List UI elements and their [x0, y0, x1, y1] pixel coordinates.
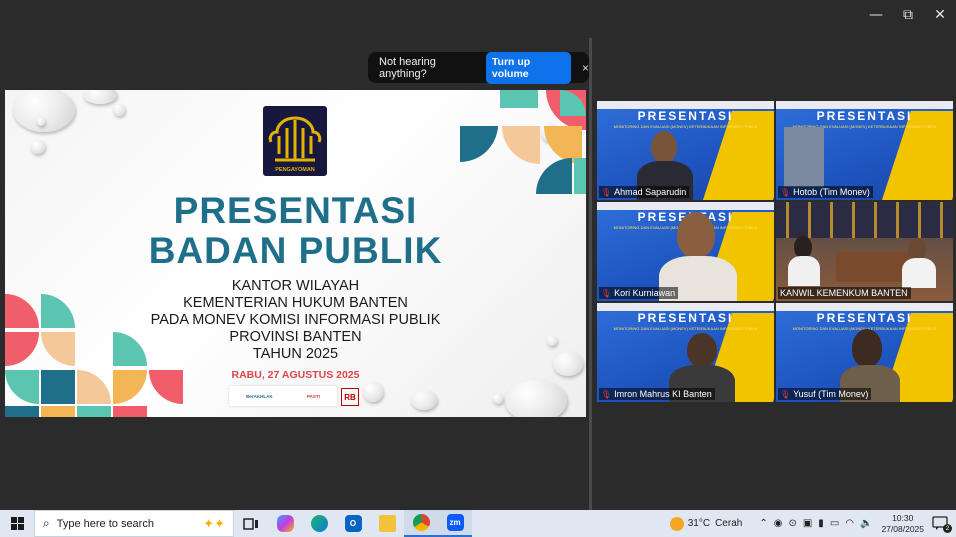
toast-close-icon[interactable]: × [582, 61, 589, 75]
berakhlak-logo: BerAKHLAK [246, 393, 273, 399]
clock[interactable]: 10:30 27/08/2025 [881, 513, 924, 535]
participant-name-label: 🎙 Imron Mahrus KI Banten [599, 388, 715, 400]
participant-tile-active-speaker[interactable]: KANWIL KEMENKUM BANTEN [776, 202, 953, 301]
volume-muted-icon[interactable]: 🔈 [860, 518, 872, 529]
meet-now-icon[interactable]: ⊙ [788, 518, 796, 529]
water-drop [37, 118, 45, 126]
minimize-button[interactable]: — [861, 4, 891, 26]
record-icon[interactable]: ◉ [774, 518, 783, 529]
slide-subtitle-line: PROVINSI BANTEN [229, 329, 362, 345]
slide-subtitle-line: KANTOR WILAYAH [231, 278, 360, 294]
search-icon: ⌕ [43, 516, 50, 530]
start-button[interactable] [0, 510, 34, 537]
task-view-icon[interactable] [234, 510, 268, 537]
shared-screen-slide: PENGAYOMAN PRESENTASI BADAN PUBLIK KANTO… [5, 90, 586, 417]
water-drop [505, 380, 567, 417]
turn-up-volume-button[interactable]: Turn up volume [485, 51, 571, 84]
flags-backdrop [776, 202, 953, 238]
split-view-divider[interactable] [589, 38, 592, 510]
chrome-icon[interactable] [404, 510, 438, 537]
tile-slide-title: PRESENTASI [637, 109, 734, 123]
geometric-decoration-top-right [460, 90, 586, 194]
participant-name-label: 🎙 Hotob (Tim Monev) [778, 186, 873, 198]
slide-date: RABU, 27 AGUSTUS 2025 [231, 369, 360, 381]
windows-taskbar: ⌕ Type here to search ✦✦ O zm 31°C Cerah… [0, 510, 956, 537]
water-drop [31, 140, 45, 154]
slide-subtitle-line: TAHUN 2025 [252, 346, 339, 362]
participant-name-label: 🎙 Yusuf (Tim Monev) [778, 388, 872, 400]
weather-icon[interactable] [669, 516, 684, 531]
slide-title-line-1: PRESENTASI [173, 190, 418, 231]
toast-message: Not hearing anything? [379, 55, 436, 80]
muted-mic-icon: 🎙 [601, 288, 612, 298]
participant-tile[interactable]: PRESENTASI MONITORING DAN EVALUASI (MONE… [776, 101, 953, 200]
restore-button[interactable]: ⧉ [893, 4, 923, 26]
participant-tile[interactable]: PRESENTASI MONITORING DAN EVALUASI (MONE… [597, 101, 774, 200]
camera-icon[interactable]: ▣ [803, 518, 812, 529]
microphone-icon[interactable]: ▮ [818, 518, 824, 529]
zoom-meeting-window: — ⧉ ✕ Not hearing anything? Turn up volu… [0, 0, 956, 537]
sponsor-logos-strip: BerAKHLAK PASTI [229, 386, 337, 406]
taskbar-search-box[interactable]: ⌕ Type here to search ✦✦ [34, 510, 234, 537]
chevron-up-icon[interactable]: ⌃ [759, 518, 767, 529]
tile-slide-title: PRESENTASI [816, 311, 913, 325]
edge-browser-icon[interactable] [302, 510, 336, 537]
water-drop [363, 382, 383, 402]
pengayoman-tree-icon [268, 116, 322, 162]
weather-temperature[interactable]: 31°C [688, 518, 710, 529]
muted-mic-icon: 🎙 [780, 187, 791, 197]
muted-mic-icon: 🎙 [780, 389, 791, 399]
participant-name-label: 🎙 Ahmad Saparudin [599, 186, 690, 198]
slide-title-line-2: BADAN PUBLIK [148, 230, 443, 271]
windows-logo-icon [10, 517, 24, 530]
tile-slide-subtitle: MONITORING DAN EVALUASI (MONEV) KETERBUK… [613, 326, 758, 331]
participant-tile[interactable]: PRESENTASI MONITORING DAN EVALUASI (MONE… [597, 202, 774, 301]
copilot-sparkle-icon: ✦✦ [203, 515, 225, 531]
participant-name-label: KANWIL KEMENKUM BANTEN [778, 287, 911, 299]
slide-subtitle-line: KEMENTERIAN HUKUM BANTEN [183, 295, 408, 311]
system-tray: 31°C Cerah ⌃ ◉ ⊙ ▣ ▮ ▭ ◠ 🔈 10:30 27/08/2… [669, 510, 956, 537]
participant-tile[interactable]: PRESENTASI MONITORING DAN EVALUASI (MONE… [597, 303, 774, 402]
copilot-icon[interactable] [268, 510, 302, 537]
rb-logo: RB [341, 388, 359, 406]
water-drop [113, 104, 125, 116]
muted-mic-icon: 🎙 [601, 187, 612, 197]
clock-time: 10:30 [892, 512, 914, 523]
water-drop [493, 394, 503, 404]
logo-label: PENGAYOMAN [275, 167, 315, 173]
close-button[interactable]: ✕ [925, 4, 955, 26]
audio-toast: Not hearing anything? Turn up volume × [368, 51, 589, 84]
video-background [784, 127, 824, 187]
weather-condition[interactable]: Cerah [715, 518, 742, 529]
water-drop [13, 90, 75, 132]
participant-tile[interactable]: PRESENTASI MONITORING DAN EVALUASI (MONE… [776, 303, 953, 402]
battery-icon[interactable]: ▭ [830, 518, 839, 529]
slide-subtitle-line: PADA MONEV KOMISI INFORMASI PUBLIK [150, 312, 441, 328]
tile-slide-title: PRESENTASI [816, 109, 913, 123]
notification-center-icon[interactable]: 2 [932, 515, 952, 533]
participant-name-label: 🎙 Kori Kurniawan [599, 287, 679, 299]
pengayoman-logo: PENGAYOMAN [263, 106, 327, 176]
clock-date: 27/08/2025 [881, 523, 924, 534]
notification-badge: 2 [943, 523, 952, 533]
file-explorer-icon[interactable] [370, 510, 404, 537]
water-drop [83, 90, 117, 104]
muted-mic-icon: 🎙 [601, 389, 612, 399]
tile-slide-subtitle: MONITORING DAN EVALUASI (MONEV) KETERBUK… [613, 124, 758, 129]
search-placeholder: Type here to search [56, 517, 154, 530]
zoom-icon[interactable]: zm [438, 510, 472, 537]
pasti-logo: PASTI [306, 393, 320, 399]
outlook-icon[interactable]: O [336, 510, 370, 537]
tile-slide-title: PRESENTASI [637, 311, 734, 325]
wifi-icon[interactable]: ◠ [845, 518, 854, 529]
water-drop [411, 390, 437, 410]
